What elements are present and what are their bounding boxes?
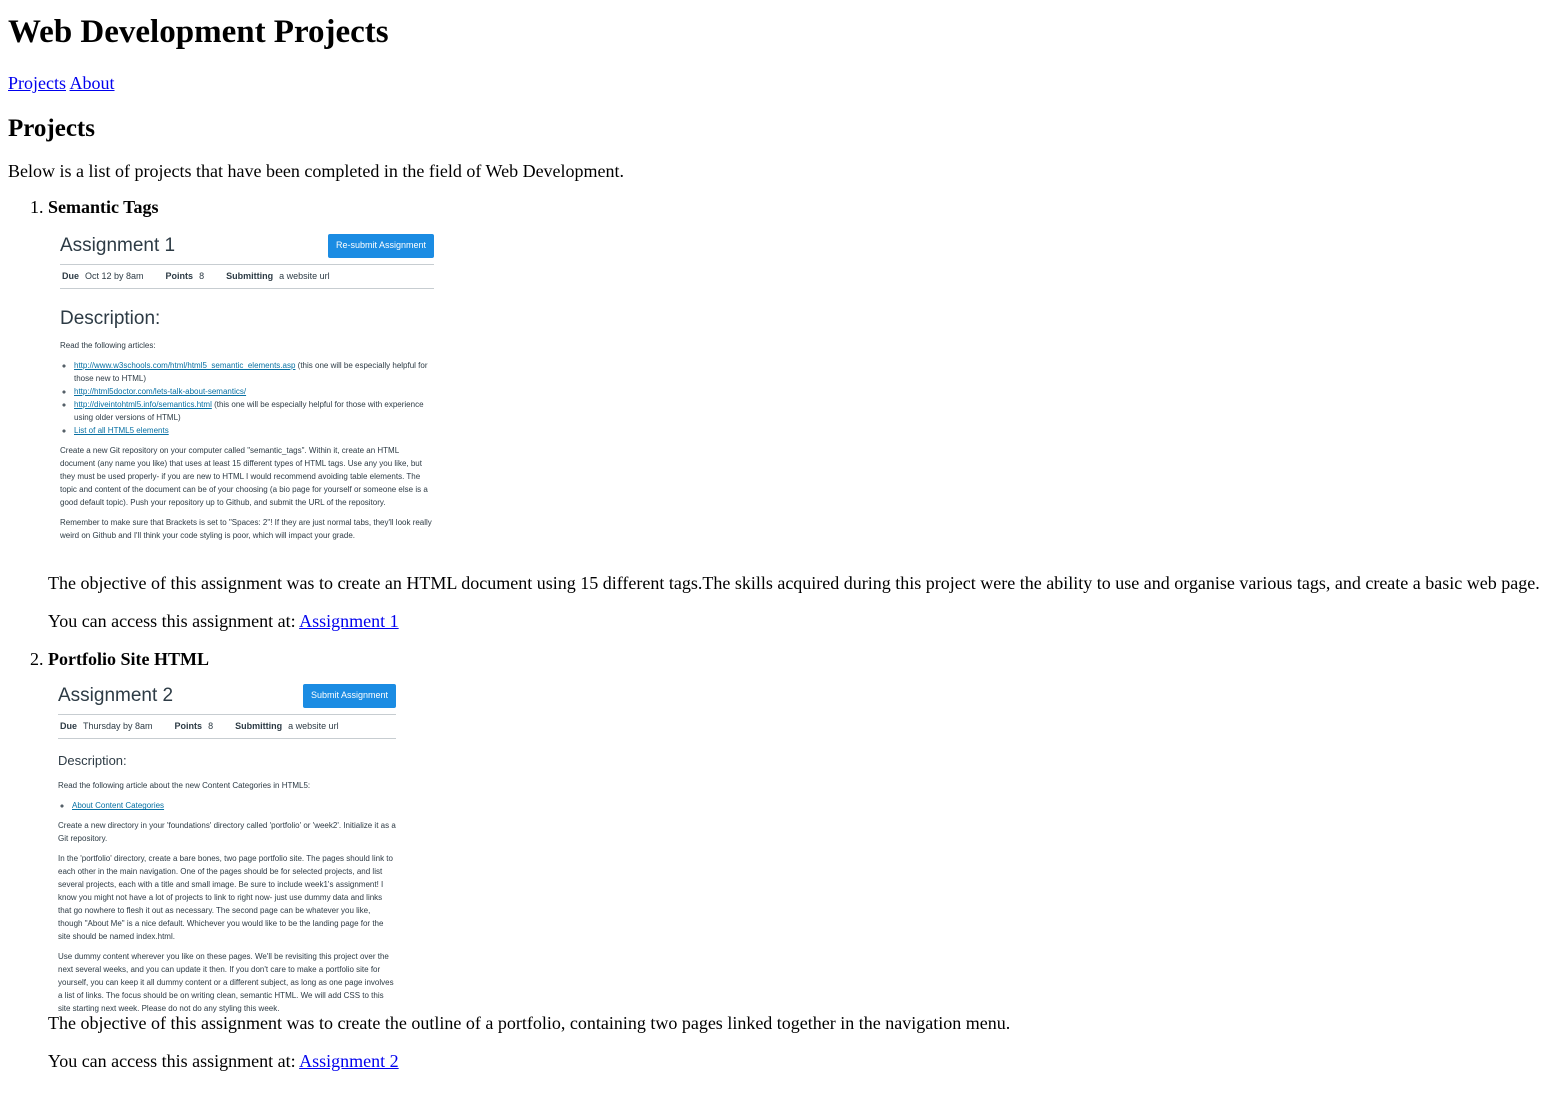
screenshot-assignment-title: Assignment 2: [58, 685, 174, 706]
screenshot-meta: Due Thursday by 8am Points 8 Submitting a w…: [58, 713, 396, 739]
nav-link-about[interactable]: About: [70, 73, 115, 93]
screenshot-description-heading: Description:: [58, 753, 127, 768]
screenshot-meta: Due Oct 12 by 8am Points 8 Submitting a web…: [60, 263, 434, 289]
screenshot-assignment-title: Assignment 1: [60, 235, 176, 256]
main-nav: Projects About: [8, 72, 1546, 94]
screenshot-link-list: About Content Categories: [58, 799, 396, 812]
project-title: Portfolio Site HTML: [48, 649, 209, 669]
assignment-1-link[interactable]: Assignment 1: [299, 611, 399, 631]
page-heading: Projects: [8, 115, 95, 142]
project-access: You can access this assignment at: Assig…: [48, 1051, 399, 1071]
project-title: Semantic Tags: [48, 197, 159, 217]
project-objective: The objective of this assignment was to …: [48, 573, 1540, 593]
screenshot-description-heading: Description:: [60, 308, 161, 329]
project-objective: The objective of this assignment was to …: [48, 1013, 1011, 1033]
project-screenshot: Assignment 1 Re-submit Assignment Due Oct…: [48, 226, 448, 568]
project-item: Semantic Tags Assignment 1 Re-submit Ass…: [48, 196, 1546, 632]
project-access: You can access this assignment at: Assig…: [48, 611, 399, 631]
site-title: Web Development Projects: [8, 14, 389, 50]
project-screenshot: Assignment 2 Submit Assignment Due Thursd…: [48, 678, 408, 1013]
nav-link-projects[interactable]: Projects: [8, 73, 66, 93]
assignment-2-link[interactable]: Assignment 2: [299, 1051, 399, 1071]
project-item: Portfolio Site HTML Assignment 2 Submit …: [48, 648, 1546, 1072]
project-list: Semantic Tags Assignment 1 Re-submit Ass…: [8, 196, 1546, 1072]
page: Web Development Projects Projects About …: [0, 0, 1554, 1072]
screenshot-link-list: http://www.w3schools.com/html/html5_sema…: [60, 359, 434, 437]
screenshot-submit-button: Submit Assignment: [302, 684, 396, 708]
intro-text: Below is a list of projects that have be…: [8, 161, 625, 181]
screenshot-resubmit-button: Re-submit Assignment: [327, 234, 434, 258]
